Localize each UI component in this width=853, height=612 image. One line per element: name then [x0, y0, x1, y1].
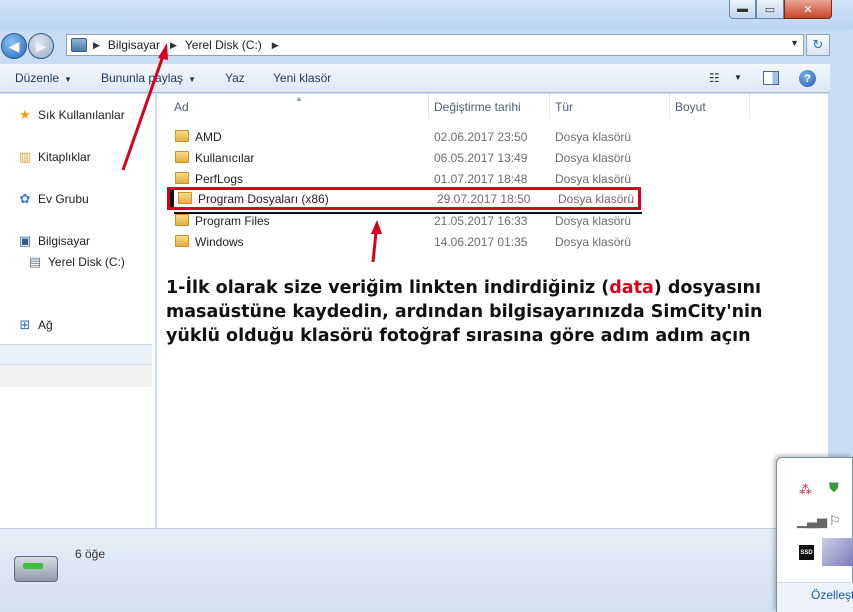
- arrow-head: [371, 220, 382, 234]
- customize-link[interactable]: Özelleşt: [811, 588, 853, 602]
- flag-icon[interactable]: ⚐: [829, 513, 841, 529]
- arrow-head: [158, 43, 168, 60]
- signal-bars-icon[interactable]: ▁▃▅: [797, 513, 827, 529]
- explorer-window: ▬ ▭ ✕ ◀ ▶ ▶ Bilgisayar ▶ Yerel Disk (C:)…: [0, 0, 853, 612]
- bluetooth-icon[interactable]: ⁂: [799, 482, 812, 498]
- ssd-icon[interactable]: SSD: [799, 545, 814, 560]
- arrow-to-folder: [371, 231, 378, 263]
- safely-remove-icon[interactable]: ⛊: [829, 480, 839, 496]
- annotation-arrows: [121, 43, 382, 263]
- tray-popup: ⁂ ⛊ ▁▃▅ ⚐ SSD Özelleşt: [776, 457, 853, 612]
- arrow-to-address: [121, 55, 165, 171]
- tray-app-icon[interactable]: [822, 538, 853, 566]
